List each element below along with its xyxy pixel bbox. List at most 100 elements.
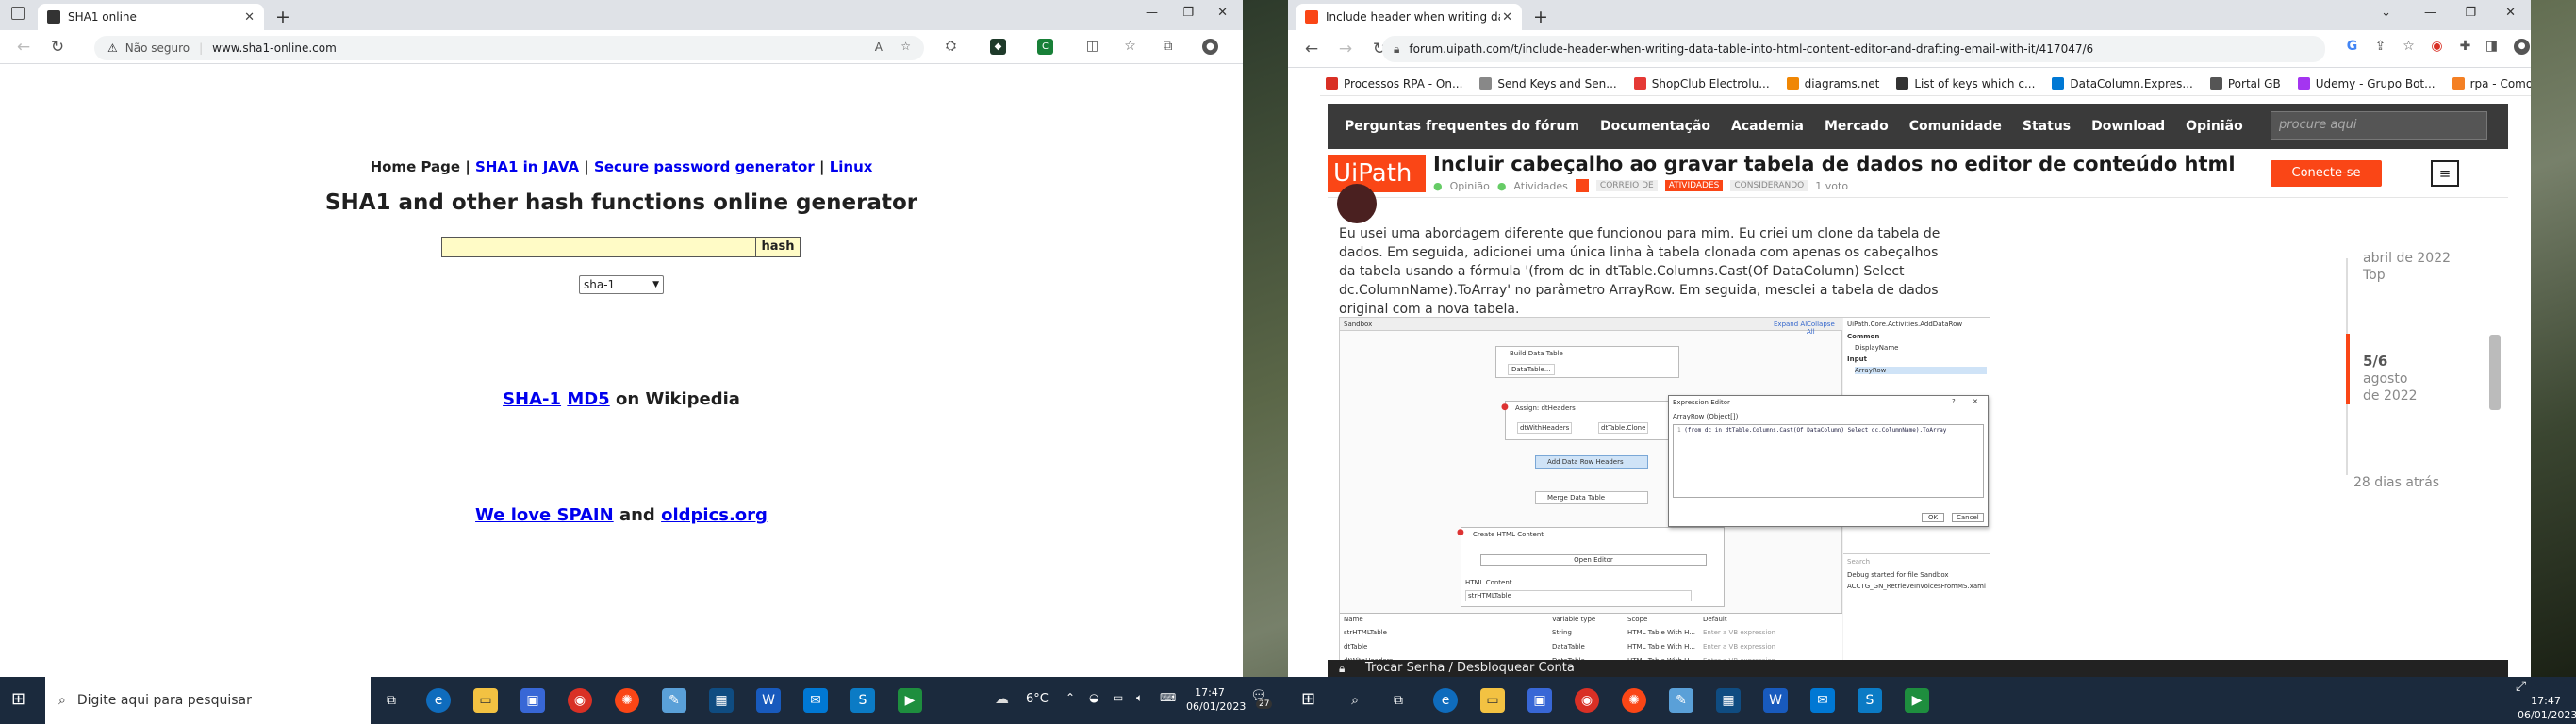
- bookmark-item[interactable]: DataColumn.Expres...: [2052, 77, 2193, 90]
- password-generator-link[interactable]: Secure password generator: [594, 158, 815, 175]
- topic-tag[interactable]: ATIVIDADES: [1664, 180, 1724, 191]
- sha1-wiki-link[interactable]: SHA-1: [503, 389, 561, 409]
- back-icon[interactable]: ←: [1301, 40, 1322, 58]
- back-icon[interactable]: ←: [13, 38, 34, 57]
- nav-status[interactable]: Status: [2023, 119, 2071, 134]
- forward-icon[interactable]: →: [1335, 40, 1356, 58]
- refresh-icon[interactable]: ↻: [47, 38, 68, 57]
- close-tab-icon[interactable]: ✕: [244, 10, 255, 25]
- profile-avatar[interactable]: ●: [2514, 39, 2530, 55]
- new-tab-button[interactable]: +: [1533, 7, 1548, 27]
- translate-icon[interactable]: ⛭: [943, 39, 959, 55]
- expression-code-area[interactable]: 1 (from dc in dtTable.Columns.Cast(Of Da…: [1673, 424, 1984, 498]
- hash-input[interactable]: [441, 237, 756, 257]
- topic-category[interactable]: Atividades: [1513, 180, 1567, 192]
- bookmark-item[interactable]: ShopClub Electrolu...: [1633, 77, 1770, 90]
- taskbar-search-box[interactable]: ⌕ Digite aqui para pesquisar: [45, 677, 371, 724]
- cancel-button[interactable]: Cancel: [1952, 513, 1984, 522]
- author-avatar[interactable]: [1337, 184, 1377, 223]
- topic-tag[interactable]: CORREIO DE: [1595, 180, 1658, 191]
- studio-icon[interactable]: ▦: [709, 688, 734, 713]
- workspaces-icon[interactable]: [11, 7, 25, 20]
- minimize-icon[interactable]: —: [2424, 6, 2436, 20]
- store-icon[interactable]: ▣: [1527, 688, 1552, 713]
- oldpics-link[interactable]: oldpics.org: [661, 505, 768, 525]
- ok-button[interactable]: OK: [1922, 513, 1945, 522]
- edge-taskbar-icon[interactable]: e: [426, 688, 451, 713]
- favorites-icon[interactable]: ☆: [1122, 39, 1138, 55]
- app-green-icon[interactable]: ▶: [1905, 688, 1929, 713]
- tab-search-icon[interactable]: ⌄: [2381, 6, 2391, 20]
- word-icon[interactable]: W: [1763, 688, 1788, 713]
- file-explorer-icon[interactable]: ▭: [1480, 688, 1505, 713]
- app-green-icon[interactable]: ▶: [898, 688, 922, 713]
- right-address-bar[interactable]: 🔒︎ forum.uipath.com/t/include-header-whe…: [1382, 36, 2325, 62]
- app-s-icon[interactable]: S: [1858, 688, 1882, 713]
- topic-category[interactable]: Opinião: [1450, 180, 1490, 192]
- close-tab-icon[interactable]: ✕: [1502, 10, 1512, 25]
- nav-market[interactable]: Mercado: [1825, 119, 1889, 134]
- network-icon[interactable]: ◒: [1089, 691, 1098, 704]
- search-icon[interactable]: ⌕: [1343, 688, 1367, 713]
- close-icon[interactable]: ✕: [1973, 398, 1978, 405]
- file-explorer-icon[interactable]: ▭: [473, 688, 498, 713]
- nav-download[interactable]: Download: [2091, 119, 2165, 134]
- bookmark-item[interactable]: rpa - Como encontr...: [2452, 77, 2531, 90]
- chrome-taskbar-icon[interactable]: ◉: [568, 688, 592, 713]
- restore-icon[interactable]: ❐: [1182, 6, 1194, 20]
- topic-tag[interactable]: CONSIDERANDO: [1730, 180, 1808, 191]
- restore-icon[interactable]: ❐: [2465, 6, 2476, 20]
- bookmark-star-icon[interactable]: ☆: [2401, 39, 2417, 55]
- bookmark-item[interactable]: diagrams.net: [1786, 77, 1879, 90]
- split-screen-icon[interactable]: ◫: [1084, 39, 1100, 55]
- sha1-java-link[interactable]: SHA1 in JAVA: [475, 158, 579, 175]
- nav-academy[interactable]: Academia: [1731, 119, 1804, 134]
- hamburger-menu-icon[interactable]: ≡: [2431, 160, 2459, 187]
- linux-link[interactable]: Linux: [830, 158, 873, 175]
- read-aloud-icon[interactable]: A: [875, 41, 883, 54]
- sheets-extension-icon[interactable]: C: [1037, 39, 1053, 55]
- timeline-bottom[interactable]: 28 dias atrás: [2353, 475, 2439, 490]
- collections-icon[interactable]: ⧉: [1160, 39, 1176, 55]
- nav-faq[interactable]: Perguntas frequentes do fórum: [1345, 119, 1579, 134]
- timeline-top-date[interactable]: abril de 2022: [2363, 251, 2451, 266]
- left-address-bar[interactable]: ⚠ Não seguro | www.sha1-online.com A ☆: [94, 36, 924, 60]
- notepad-icon[interactable]: ✎: [1669, 688, 1693, 713]
- windows-start-icon[interactable]: ⊞: [1301, 689, 1315, 709]
- app-s-icon[interactable]: S: [850, 688, 875, 713]
- volume-icon[interactable]: 🔈︎: [1136, 691, 1143, 705]
- profile-avatar[interactable]: ●: [1202, 39, 1218, 55]
- battery-icon[interactable]: ▭: [1113, 691, 1123, 704]
- weather-temp[interactable]: 6°C: [1026, 692, 1049, 706]
- outlook-taskbar-icon[interactable]: ✉: [803, 688, 828, 713]
- extensions-puzzle-icon[interactable]: ✚: [2457, 39, 2473, 55]
- favorite-star-icon[interactable]: ☆: [900, 40, 911, 53]
- close-window-icon[interactable]: ✕: [1217, 6, 1228, 20]
- uipath-assistant-icon[interactable]: ✺: [1622, 688, 1646, 713]
- side-panel-icon[interactable]: ◨: [2484, 39, 2500, 55]
- tray-chevron-icon[interactable]: ⌃: [1065, 691, 1075, 704]
- left-tab-sha1[interactable]: SHA1 online ✕: [38, 4, 264, 30]
- studio-icon[interactable]: ▦: [1716, 688, 1741, 713]
- bookmark-item[interactable]: Send Keys and Sen...: [1479, 77, 1617, 90]
- taskbar-clock-right[interactable]: 17:47 06/01/2023: [2518, 694, 2576, 722]
- uipath-assistant-icon[interactable]: ✺: [615, 688, 639, 713]
- taskbar-clock-left[interactable]: 17:47 06/01/2023: [1186, 685, 1246, 714]
- banner-text[interactable]: Trocar Senha / Desbloquear Conta: [1365, 661, 1575, 675]
- weather-icon[interactable]: ☁: [995, 690, 1009, 707]
- connect-button[interactable]: Conecte-se: [2271, 160, 2382, 187]
- task-view-icon[interactable]: ⧉: [1386, 688, 1411, 713]
- bookmark-item[interactable]: Portal GB: [2209, 77, 2281, 90]
- windows-start-icon[interactable]: ⊞: [11, 689, 25, 709]
- forum-search-input[interactable]: procure aqui: [2271, 111, 2487, 140]
- nav-docs[interactable]: Documentação: [1600, 119, 1710, 134]
- language-icon[interactable]: ⌨: [1160, 691, 1176, 704]
- edge-taskbar-icon[interactable]: e: [1433, 688, 1458, 713]
- extension-icon[interactable]: ◆: [990, 39, 1006, 55]
- nav-community[interactable]: Comunidade: [1909, 119, 2002, 134]
- bookmark-item[interactable]: Processos RPA - On...: [1326, 77, 1462, 90]
- chrome-taskbar-icon[interactable]: ◉: [1575, 688, 1599, 713]
- store-icon[interactable]: ▣: [520, 688, 545, 713]
- spain-link[interactable]: We love SPAIN: [475, 505, 614, 525]
- uipath-logo[interactable]: UiPath: [1328, 155, 1426, 192]
